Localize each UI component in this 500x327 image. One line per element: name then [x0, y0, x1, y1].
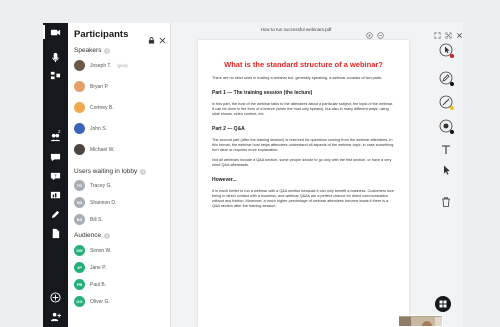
document-page: What is the standard structure of a webi… — [198, 40, 409, 327]
black-color-dot — [450, 82, 454, 86]
participant-name: Simon W. — [90, 247, 112, 254]
document-viewer: How to run successful webinars.pdf What … — [171, 23, 463, 327]
participant-name: John S. — [90, 125, 107, 132]
info-icon[interactable]: i — [104, 232, 111, 239]
chat-icon[interactable] — [49, 151, 62, 164]
participant-name: Cortney B. — [90, 104, 114, 111]
speakers-heading: Speakers i — [74, 47, 111, 54]
part2-body-2: Not all webinars include a Q&A section, … — [212, 158, 392, 167]
however-body: It is much better to run a webinar with … — [212, 189, 394, 208]
participants-icon[interactable] — [49, 69, 62, 82]
participant-row[interactable]: PB Paul B. — [74, 279, 106, 290]
info-icon[interactable]: i — [104, 47, 111, 54]
yellow-color-dot — [450, 106, 454, 110]
black-color-dot — [450, 130, 454, 134]
participant-row[interactable]: SD Shannon D. — [74, 197, 116, 208]
however-title: However... — [212, 177, 237, 183]
chat-badge: 2 — [58, 129, 61, 134]
avatar — [74, 144, 85, 155]
participant-row[interactable]: OG Oliver G. — [74, 296, 110, 307]
avatar — [74, 81, 85, 92]
participant-row[interactable]: John S. — [74, 123, 107, 134]
participant-name: Bryan P. — [90, 83, 109, 90]
participant-row[interactable]: Michael W. — [74, 144, 114, 155]
panel-title: Participants — [74, 29, 129, 40]
participant-name: Joseph T. — [90, 62, 112, 69]
line-tool[interactable] — [437, 93, 455, 111]
participant-name: Shannon D. — [90, 199, 117, 206]
avatar: JP — [74, 262, 85, 273]
poll-icon[interactable] — [49, 189, 62, 202]
select-tool[interactable] — [437, 161, 455, 179]
participant-row[interactable]: Joseph T. (you) — [74, 60, 128, 71]
red-color-dot — [450, 54, 454, 58]
avatar: BS — [74, 214, 85, 225]
app-window: 2 ? Participants Speakers i Joseph T. (yo… — [43, 23, 463, 327]
participant-row[interactable]: Cortney B. — [74, 102, 114, 113]
avatar: OG — [74, 296, 85, 307]
avatar: SW — [74, 245, 85, 256]
participant-name: Oliver G. — [90, 298, 110, 305]
lock-icon[interactable] — [148, 31, 155, 49]
text-tool[interactable] — [437, 141, 455, 159]
participant-row[interactable]: JP Jane P. — [74, 262, 106, 273]
close-icon[interactable] — [159, 31, 166, 49]
pointer-highlight-tool[interactable] — [437, 41, 455, 59]
avatar — [74, 102, 85, 113]
info-icon[interactable]: i — [140, 168, 147, 175]
camera-icon[interactable] — [49, 26, 62, 39]
participant-name: Tracey G. — [90, 182, 112, 189]
participant-name: Jane P. — [90, 264, 107, 271]
part1-title: Part 1 — The training session (the lectu… — [212, 90, 313, 96]
pen-tool[interactable] — [437, 69, 455, 87]
qa-icon[interactable]: ? — [49, 170, 62, 183]
participant-row[interactable]: BS Bill S. — [74, 214, 103, 225]
shape-tool[interactable] — [437, 117, 455, 135]
participant-name: Bill S. — [90, 216, 103, 223]
left-nav-rail: 2 ? — [43, 23, 68, 327]
avatar: TG — [74, 180, 85, 191]
you-tag: (you) — [117, 63, 128, 68]
pen-icon[interactable] — [49, 208, 62, 221]
active-indicator — [43, 25, 45, 39]
self-video-thumbnail[interactable] — [398, 315, 443, 327]
participant-row[interactable]: TG Tracey G. — [74, 180, 112, 191]
avatar — [74, 60, 85, 71]
part2-body-1: The second part (after the training sess… — [212, 138, 394, 152]
participant-name: Michael W. — [90, 146, 115, 153]
annotation-toolbar — [433, 41, 459, 251]
document-icon[interactable] — [49, 227, 62, 240]
mic-icon[interactable] — [49, 51, 62, 64]
audience-heading: Audience i — [74, 232, 111, 239]
participant-name: Paul B. — [90, 281, 107, 288]
delete-tool[interactable] — [437, 193, 455, 211]
avatar: PB — [74, 279, 85, 290]
add-circle-icon[interactable] — [49, 291, 62, 304]
add-user-icon[interactable] — [49, 310, 62, 323]
avatar — [74, 123, 85, 134]
document-heading: What is the standard structure of a webi… — [224, 60, 383, 69]
grid-icon — [439, 300, 447, 308]
lobby-heading: Users waiting in lobby i — [74, 168, 147, 175]
part2-title: Part 2 — Q&A — [212, 126, 245, 132]
participants-panel: Participants Speakers i Joseph T. (you) Br… — [68, 23, 171, 327]
layout-grid-button[interactable] — [435, 296, 451, 312]
document-intro: There are no strict rules in hosting a w… — [212, 76, 383, 80]
avatar: SD — [74, 197, 85, 208]
part1-body: In this part, the host of the webinar ta… — [212, 102, 394, 116]
participant-row[interactable]: SW Simon W. — [74, 245, 111, 256]
participant-row[interactable]: Bryan P. — [74, 81, 109, 92]
